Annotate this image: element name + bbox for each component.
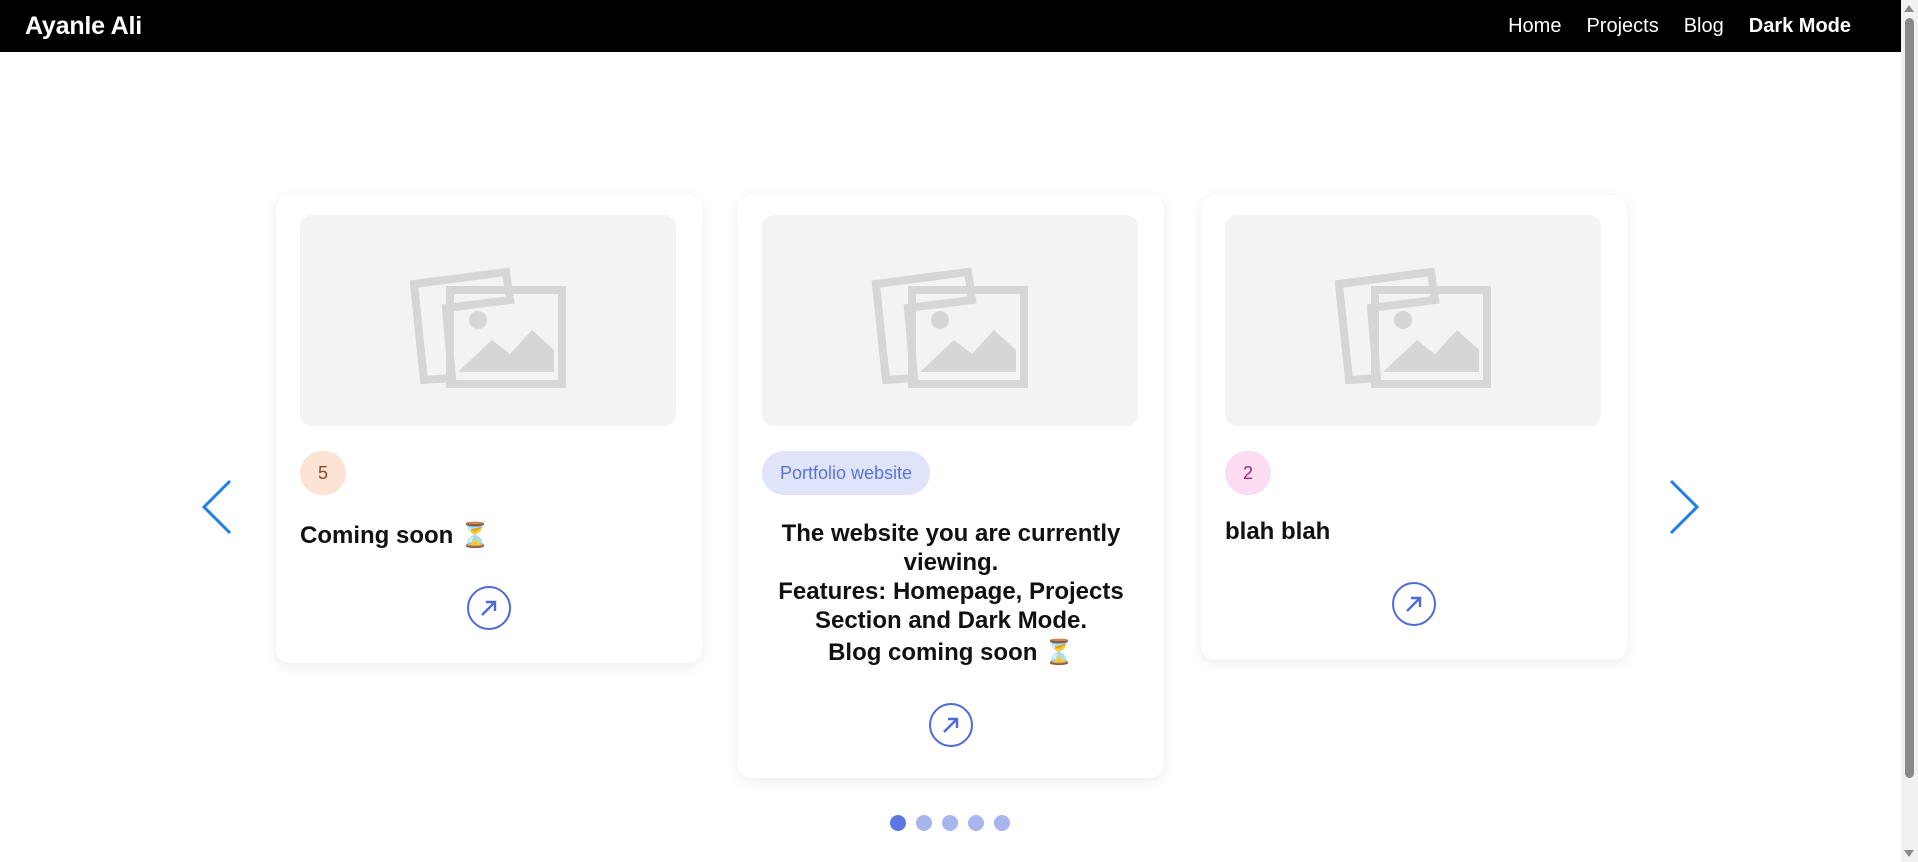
project-title-line: Blog coming soon ⏳ (828, 639, 1074, 666)
brand-logo[interactable]: Ayanle Ali (25, 12, 142, 41)
project-link-button[interactable] (929, 703, 973, 747)
carousel-prev-button[interactable] (200, 478, 234, 541)
project-title: Coming soon ⏳ (300, 522, 490, 549)
scroll-down-icon[interactable] (1904, 850, 1914, 857)
project-image (1225, 215, 1601, 426)
project-card: Portfolio website The website you are cu… (738, 195, 1164, 778)
pagination-dot[interactable] (994, 815, 1010, 831)
project-title-line: The website you are currently viewing. (781, 520, 1121, 576)
project-badge: Portfolio website (762, 451, 931, 495)
scroll-thumb[interactable] (1905, 18, 1914, 778)
pagination-dot[interactable] (890, 815, 906, 831)
project-badge: 2 (1225, 451, 1272, 495)
arrow-up-right-icon (943, 717, 959, 733)
carousel-pagination (890, 815, 1010, 831)
navbar: Ayanle Ali Home Projects Blog Dark Mode (0, 0, 1901, 52)
page-scrollbar[interactable] (1901, 0, 1918, 862)
scroll-up-icon[interactable] (1904, 5, 1914, 12)
chevron-left-icon (201, 479, 232, 535)
page: Ayanle Ali Home Projects Blog Dark Mode … (0, 0, 1918, 862)
chevron-right-icon (1669, 479, 1700, 535)
project-title: blah blah (1225, 518, 1331, 545)
project-title-line: Features: Homepage, Projects Section and… (778, 578, 1124, 634)
nav-link-home[interactable]: Home (1508, 15, 1561, 38)
nav-link-projects[interactable]: Projects (1586, 15, 1658, 38)
project-card: 5 Coming soon ⏳ (276, 195, 702, 663)
project-card: 2 blah blah (1201, 195, 1627, 660)
image-placeholder-icon (1334, 267, 1491, 388)
project-link-button[interactable] (467, 586, 511, 630)
pagination-dot[interactable] (916, 815, 932, 831)
project-badge: 5 (300, 451, 347, 495)
arrow-up-right-icon (481, 600, 497, 616)
project-link-button[interactable] (1392, 582, 1436, 626)
dark-mode-toggle[interactable]: Dark Mode (1749, 15, 1851, 38)
arrow-up-right-icon (1406, 596, 1422, 612)
pagination-dot[interactable] (942, 815, 958, 831)
image-placeholder-icon (871, 267, 1028, 388)
pagination-dot[interactable] (968, 815, 984, 831)
image-placeholder-icon (409, 267, 566, 388)
nav-link-blog[interactable]: Blog (1684, 15, 1724, 38)
nav-links: Home Projects Blog Dark Mode (1508, 15, 1851, 38)
project-image (300, 215, 676, 426)
project-image (762, 215, 1138, 426)
carousel-next-button[interactable] (1667, 478, 1701, 541)
project-title: The website you are currently viewing. F… (762, 519, 1140, 667)
